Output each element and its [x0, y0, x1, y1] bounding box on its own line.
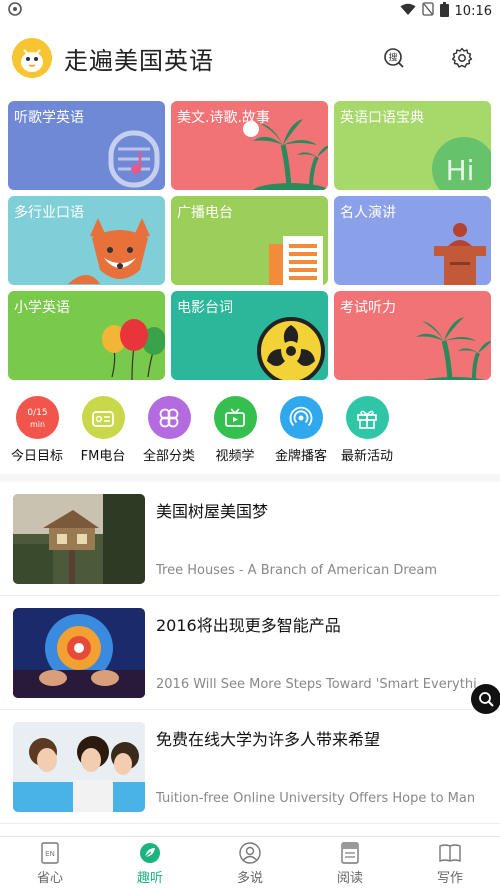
- quick-entries: 0/15 min 今日目标 FM电台 全部分类 视频学 金牌播客 最新活动: [0, 396, 500, 468]
- nav-label: 省心: [36, 870, 63, 886]
- quick-label: 最新活动: [340, 449, 393, 464]
- bottom-nav: EN 省心 趣听 多说 阅读 写作: [0, 836, 500, 890]
- settings-button[interactable]: [450, 46, 474, 70]
- quick-daily-goal[interactable]: 0/15 min 今日目标: [4, 396, 70, 468]
- tile-label: 电影台词: [177, 300, 233, 316]
- tile-speeches[interactable]: 名人演讲: [334, 196, 491, 285]
- nav-tab-sheng-xin[interactable]: EN 省心: [0, 837, 100, 890]
- quick-video[interactable]: 视频学: [202, 396, 268, 468]
- notification-icon: [8, 2, 22, 20]
- tile-label: 美文.诗歌.故事: [177, 110, 270, 126]
- document-icon: [339, 841, 361, 864]
- tile-label: 广播电台: [177, 205, 233, 221]
- nav-tab-qu-ting[interactable]: 趣听: [100, 837, 200, 890]
- podcast-icon: [279, 396, 323, 439]
- tile-label: 考试听力: [340, 300, 396, 316]
- article-thumbnail: [13, 721, 145, 812]
- quick-label: 金牌播客: [274, 449, 327, 464]
- app-logo: [12, 38, 52, 78]
- article-subtitle: 2016 Will See More Steps Toward 'Smart E…: [156, 676, 476, 692]
- quick-label: 视频学: [215, 449, 255, 464]
- search-icon: 搜: [384, 48, 404, 68]
- app-root: 10:16 走遍美国英语 搜 听歌学英语 美文.诗歌.故事 Hi 英语口语宝典 …: [0, 0, 500, 890]
- no-sim-icon: [421, 2, 434, 20]
- user-icon: [239, 841, 261, 864]
- clover-icon: [147, 396, 191, 439]
- app-title: 走遍美国英语: [64, 46, 214, 75]
- article-thumbnail: [13, 493, 145, 584]
- nav-tab-yue-du[interactable]: 阅读: [300, 837, 400, 890]
- svg-text:EN: EN: [45, 850, 55, 858]
- tile-primary[interactable]: 小学英语: [8, 291, 165, 380]
- nav-label: 多说: [236, 870, 263, 886]
- status-bar: 10:16: [0, 0, 500, 22]
- battery-icon: [439, 1, 449, 21]
- search-button[interactable]: 搜: [382, 46, 406, 70]
- tile-songs[interactable]: 听歌学英语: [8, 101, 165, 190]
- quick-fm-radio[interactable]: FM电台: [70, 396, 136, 468]
- gear-icon: [451, 47, 473, 68]
- status-time: 10:16: [454, 3, 492, 19]
- open-book-icon: [439, 842, 461, 864]
- tile-label: 英语口语宝典: [340, 110, 424, 126]
- article-list: 美国树屋美国梦 Tree Houses - A Branch of Americ…: [0, 482, 500, 824]
- tile-label: 小学英语: [14, 300, 70, 316]
- gift-icon: [345, 396, 389, 439]
- quick-label: FM电台: [80, 449, 126, 464]
- leaf-icon: [139, 842, 161, 864]
- tile-exam[interactable]: 考试听力: [334, 291, 491, 380]
- article-title: 2016将出现更多智能产品: [156, 615, 341, 635]
- floating-search-button[interactable]: [471, 684, 500, 714]
- search-icon: [479, 692, 494, 707]
- tile-label: 名人演讲: [340, 205, 396, 221]
- article-thumbnail: [13, 607, 145, 698]
- quick-label: 今日目标: [10, 449, 63, 464]
- quick-events[interactable]: 最新活动: [334, 396, 400, 468]
- wifi-icon: [400, 3, 416, 20]
- article-title: 美国树屋美国梦: [156, 501, 269, 521]
- nav-label: 趣听: [136, 870, 163, 886]
- tile-label: 多行业口语: [14, 205, 84, 221]
- article-subtitle: Tuition-free Online University Offers Ho…: [156, 790, 476, 806]
- quick-podcast[interactable]: 金牌播客: [268, 396, 334, 468]
- section-divider: [0, 474, 500, 482]
- category-grid: 听歌学英语 美文.诗歌.故事 Hi 英语口语宝典 多行业口语 广播电台 名人演讲…: [8, 101, 492, 380]
- radio-icon: [81, 396, 125, 439]
- tile-spoken[interactable]: Hi 英语口语宝典: [334, 101, 491, 190]
- article-subtitle: Tree Houses - A Branch of American Dream: [156, 562, 438, 578]
- tv-icon: [213, 396, 257, 439]
- book-en-icon: EN: [39, 841, 61, 864]
- nav-tab-xie-zuo[interactable]: 写作: [400, 837, 500, 890]
- article-title: 免费在线大学为许多人带来希望: [156, 729, 381, 749]
- svg-text:搜: 搜: [388, 52, 397, 64]
- article-item[interactable]: 美国树屋美国梦 Tree Houses - A Branch of Americ…: [0, 482, 500, 596]
- svg-text:Hi: Hi: [446, 154, 475, 187]
- tile-literature[interactable]: 美文.诗歌.故事: [171, 101, 328, 190]
- goal-progress-icon: 0/15 min: [15, 396, 59, 439]
- app-header: 走遍美国英语 搜: [0, 24, 500, 92]
- nav-label: 写作: [436, 870, 463, 886]
- tile-industry[interactable]: 多行业口语: [8, 196, 165, 285]
- article-item[interactable]: 免费在线大学为许多人带来希望 Tuition-free Online Unive…: [0, 710, 500, 824]
- quick-label: 全部分类: [142, 449, 195, 464]
- svg-text:min: min: [29, 420, 44, 429]
- quick-all-categories[interactable]: 全部分类: [136, 396, 202, 468]
- nav-label: 阅读: [336, 870, 363, 886]
- tile-radio[interactable]: 广播电台: [171, 196, 328, 285]
- tile-label: 听歌学英语: [14, 110, 84, 126]
- nav-tab-duo-shuo[interactable]: 多说: [200, 837, 300, 890]
- article-item[interactable]: 2016将出现更多智能产品 2016 Will See More Steps T…: [0, 596, 500, 710]
- svg-text:0/15: 0/15: [27, 408, 47, 418]
- tile-movies[interactable]: 电影台词: [171, 291, 328, 380]
